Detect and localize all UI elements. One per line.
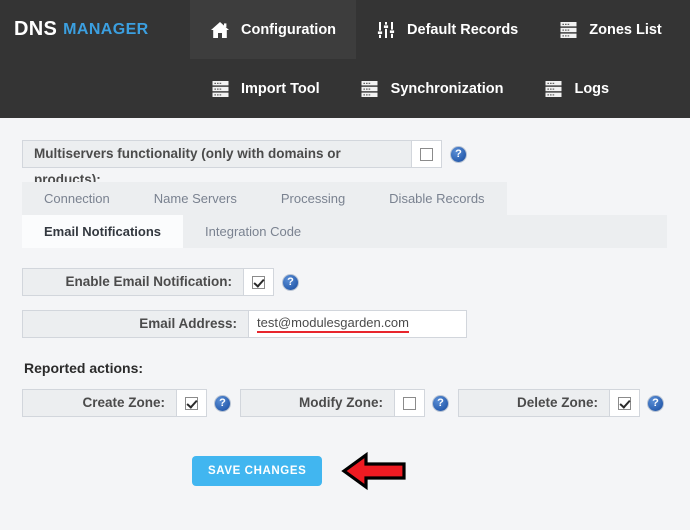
server-list-icon: [360, 79, 380, 99]
tab-integration-code[interactable]: Integration Code: [183, 215, 324, 248]
create-zone-group: Create Zone: ?: [22, 389, 240, 417]
nav-label-default-records: Default Records: [407, 21, 519, 38]
help-icon[interactable]: ?: [432, 394, 449, 412]
nav-label-configuration: Configuration: [241, 21, 337, 38]
pointer-arrow-icon: [340, 451, 408, 491]
email-address-value: test@modulesgarden.com: [257, 315, 409, 333]
create-zone-checkbox-cell[interactable]: [177, 389, 207, 417]
save-changes-button[interactable]: SAVE CHANGES: [192, 456, 323, 486]
enable-email-notification-checkbox-cell[interactable]: [244, 268, 274, 296]
nav-label-import-tool: Import Tool: [241, 80, 320, 97]
nav-label-synchronization: Synchronization: [390, 80, 504, 97]
create-zone-label: Create Zone:: [22, 389, 177, 417]
nav-item-logs[interactable]: Logs: [523, 59, 629, 118]
server-list-icon: [558, 20, 578, 40]
delete-zone-label: Delete Zone:: [458, 389, 610, 417]
enable-email-notification-checkbox[interactable]: [252, 275, 265, 289]
modify-zone-group: Modify Zone: ?: [240, 389, 458, 417]
help-icon[interactable]: ?: [214, 394, 231, 412]
page-content: Multiservers functionality (only with do…: [0, 118, 690, 491]
delete-zone-group: Delete Zone: ?: [458, 389, 673, 417]
secondary-nav: Import Tool Synchronization Logs: [0, 59, 690, 118]
home-icon: [210, 20, 230, 40]
tab-disable-records[interactable]: Disable Records: [367, 182, 507, 215]
reported-actions-row: Create Zone: ? Modify Zone: ? Delete Zon…: [22, 389, 670, 417]
help-icon[interactable]: ?: [450, 145, 467, 163]
modify-zone-checkbox[interactable]: [403, 396, 416, 410]
multiservers-row: Multiservers functionality (only with do…: [22, 140, 670, 187]
delete-zone-checkbox-cell[interactable]: [610, 389, 640, 417]
settings-tabs: Connection Name Servers Processing Disab…: [22, 182, 667, 248]
tab-processing[interactable]: Processing: [258, 182, 368, 215]
server-list-icon: [543, 79, 563, 99]
nav-item-import-tool[interactable]: Import Tool: [190, 59, 340, 118]
app-logo[interactable]: DNS MANAGER: [0, 0, 190, 59]
enable-email-notification-label: Enable Email Notification:: [22, 268, 244, 296]
logo-secondary-text: MANAGER: [63, 20, 149, 38]
email-address-input[interactable]: test@modulesgarden.com: [249, 310, 467, 338]
help-icon[interactable]: ?: [647, 394, 664, 412]
nav-label-logs: Logs: [574, 80, 610, 97]
nav-item-configuration[interactable]: Configuration: [190, 0, 357, 59]
tab-email-notifications[interactable]: Email Notifications: [22, 215, 184, 248]
nav-item-synchronization[interactable]: Synchronization: [340, 59, 524, 118]
multiservers-checkbox[interactable]: [420, 147, 433, 161]
create-zone-checkbox[interactable]: [185, 396, 198, 410]
tabs-filler: [323, 215, 667, 248]
nav-label-zones-list: Zones List: [589, 21, 662, 38]
sliders-icon: [376, 20, 396, 40]
tab-connection[interactable]: Connection: [22, 182, 132, 215]
help-icon[interactable]: ?: [282, 273, 299, 291]
save-area: SAVE CHANGES: [22, 451, 670, 491]
modify-zone-checkbox-cell[interactable]: [395, 389, 425, 417]
multiservers-checkbox-cell[interactable]: [412, 140, 442, 168]
tab-name-servers[interactable]: Name Servers: [131, 182, 259, 215]
multiservers-label: Multiservers functionality (only with do…: [22, 140, 412, 187]
email-address-row: Email Address: test@modulesgarden.com: [22, 310, 670, 338]
delete-zone-checkbox[interactable]: [618, 396, 631, 410]
modify-zone-label: Modify Zone:: [240, 389, 395, 417]
nav-item-zones-list[interactable]: Zones List: [538, 0, 682, 59]
email-address-label: Email Address:: [22, 310, 249, 338]
nav-item-default-records[interactable]: Default Records: [356, 0, 538, 59]
reported-actions-title: Reported actions:: [24, 360, 144, 376]
primary-nav: DNS MANAGER Configuration Default Records: [0, 0, 690, 59]
app-header: DNS MANAGER Configuration Default Records: [0, 0, 690, 118]
server-list-icon: [210, 79, 230, 99]
enable-email-notification-row: Enable Email Notification: ?: [22, 268, 670, 296]
logo-primary-text: DNS: [14, 18, 58, 40]
